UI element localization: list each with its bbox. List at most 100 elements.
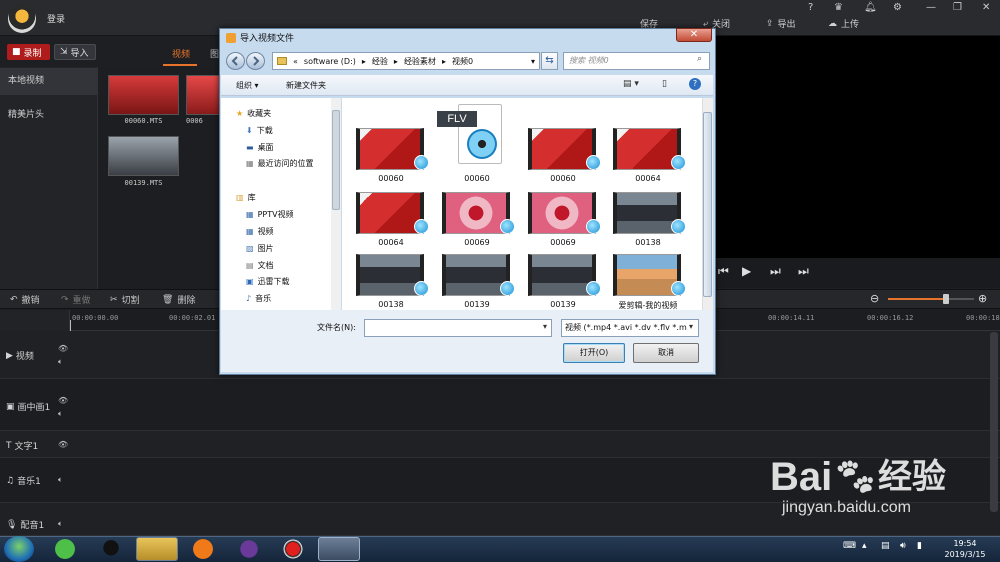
timeline-scrollbar[interactable]: [990, 332, 998, 512]
window-close-icon[interactable]: ✕: [982, 2, 990, 13]
end-icon[interactable]: ⏭: [798, 264, 809, 279]
chevron-down-icon[interactable]: ▾: [543, 322, 547, 331]
settings-gear-icon[interactable]: ⚙: [893, 2, 902, 13]
keyboard-icon[interactable]: ⌨: [843, 541, 856, 551]
file-item[interactable]: 00139: [432, 252, 522, 314]
restore-icon[interactable]: ❐: [953, 2, 962, 13]
eye-icon[interactable]: 👁︎: [58, 344, 68, 353]
file-item[interactable]: 00138: [346, 252, 436, 314]
nav-recent[interactable]: ▦ 最近访问的位置: [246, 158, 314, 169]
filetype-select[interactable]: 视频 (*.mp4 *.avi *.dv *.flv *.m: [561, 319, 699, 337]
prev-frame-icon[interactable]: ⏮: [718, 264, 729, 279]
notification-icon[interactable]: 🔔︎: [864, 2, 877, 13]
eye-icon[interactable]: 👁︎: [58, 440, 68, 449]
minimize-icon[interactable]: —: [926, 2, 936, 13]
editor-taskbar-icon[interactable]: [318, 537, 360, 561]
refresh-button[interactable]: ⇆: [541, 52, 558, 70]
undo-button[interactable]: ↶ 撤销: [10, 293, 40, 307]
speaker-icon[interactable]: 🔈︎: [58, 475, 63, 485]
nav-local-video[interactable]: 本地视频: [0, 68, 98, 95]
firefox-icon[interactable]: [182, 537, 224, 561]
zoom-in-icon[interactable]: ⊕: [978, 292, 987, 305]
tab-video[interactable]: 视频: [172, 47, 190, 60]
nav-pptv[interactable]: ▦ PPTV视频: [246, 209, 294, 220]
network-icon[interactable]: ▤: [881, 541, 890, 551]
address-segment[interactable]: 经验: [372, 56, 388, 67]
dialog-title-bar[interactable]: 导入视频文件: [226, 31, 294, 44]
new-folder-button[interactable]: 新建文件夹: [286, 80, 326, 91]
eye-icon[interactable]: 👁︎: [58, 396, 68, 405]
file-item[interactable]: 00060: [518, 126, 608, 188]
nav-documents[interactable]: ▤ 文档: [246, 260, 274, 271]
delete-button[interactable]: 🗑︎ 删除: [162, 293, 195, 307]
file-item[interactable]: 00064: [346, 190, 436, 252]
address-bar[interactable]: « software (D:) ▸ 经验 ▸ 经验素材 ▸ 视频0 ▾: [272, 52, 540, 70]
login-link[interactable]: 登录: [47, 12, 65, 25]
file-item[interactable]: 00139: [518, 252, 608, 314]
help-button[interactable]: ?: [808, 2, 813, 13]
open-button[interactable]: 打开(O): [563, 343, 625, 363]
cut-button[interactable]: ✂ 切割: [110, 293, 140, 307]
preview-pane-icon[interactable]: ▯: [662, 79, 667, 89]
address-segment[interactable]: software (D:): [304, 57, 356, 66]
redo-button[interactable]: ↷ 重做: [61, 293, 91, 307]
nav-favorites[interactable]: ★ 收藏夹: [236, 108, 271, 119]
speaker-icon[interactable]: 🔈︎: [58, 519, 63, 529]
speaker-icon[interactable]: 🔈︎: [58, 357, 63, 367]
file-item[interactable]: 爱剪辑-我的视频: [603, 252, 693, 314]
address-segment[interactable]: 视频0: [452, 56, 473, 67]
file-list-scrollbar-thumb[interactable]: [703, 112, 712, 297]
media-thumbnail[interactable]: [108, 136, 179, 176]
address-segment[interactable]: 经验素材: [404, 56, 436, 67]
zoom-out-icon[interactable]: ⊖: [870, 292, 879, 305]
file-item[interactable]: 00069: [518, 190, 608, 252]
nav-desktop[interactable]: ▬ 桌面: [246, 142, 274, 153]
help-icon[interactable]: ?: [689, 78, 701, 90]
filename-input[interactable]: [364, 319, 552, 337]
start-button[interactable]: [4, 536, 34, 562]
file-item[interactable]: 00064: [603, 126, 693, 188]
forward-button[interactable]: [246, 52, 265, 70]
media-thumbnail[interactable]: [108, 75, 179, 115]
explorer-icon[interactable]: [136, 537, 178, 561]
app-360-icon[interactable]: [44, 537, 86, 561]
back-button[interactable]: [226, 52, 245, 70]
organize-menu[interactable]: 组织 ▾: [236, 80, 259, 91]
nav-downloads[interactable]: ⬇ 下载: [246, 125, 273, 136]
signal-icon[interactable]: ▮: [917, 541, 922, 551]
dialog-close-button[interactable]: ✕: [676, 28, 712, 42]
file-item[interactable]: 00138: [603, 190, 693, 252]
nav-thunder-downloads[interactable]: ▣ 迅雷下载: [246, 276, 290, 287]
zoom-slider-handle[interactable]: [943, 294, 949, 304]
record-button[interactable]: ■ 录制: [7, 44, 50, 60]
qq-icon[interactable]: [90, 537, 132, 561]
nav-intro-clips[interactable]: 精美片头: [0, 102, 98, 129]
clock[interactable]: 19:54 2019/3/15: [936, 538, 994, 560]
export-button[interactable]: ⇪ 导出: [766, 17, 796, 31]
video-player-icon[interactable]: [228, 537, 270, 561]
speaker-icon[interactable]: 🔈︎: [58, 409, 63, 419]
vip-icon[interactable]: ♛: [834, 2, 843, 13]
nav-videos[interactable]: ▦ 视频: [246, 226, 274, 237]
upload-button[interactable]: ☁ 上传: [828, 17, 859, 31]
tab-picture[interactable]: 图: [210, 47, 219, 60]
chevron-down-icon[interactable]: ▾: [689, 322, 694, 331]
nav-music[interactable]: ♪ 音乐: [246, 293, 271, 304]
volume-icon[interactable]: 🔊︎: [900, 541, 906, 551]
file-item[interactable]: 00069: [432, 190, 522, 252]
nav-libraries[interactable]: ▥ 库: [236, 192, 256, 203]
nav-scrollbar-thumb[interactable]: [332, 110, 340, 210]
track-text[interactable]: [0, 431, 1000, 458]
nav-pictures[interactable]: ▨ 图片: [246, 243, 274, 254]
media-thumbnail[interactable]: [186, 75, 220, 115]
chevron-down-icon[interactable]: ▾: [531, 57, 539, 66]
cancel-button[interactable]: 取消: [633, 343, 699, 363]
tray-arrow-icon[interactable]: ▴: [862, 541, 867, 551]
import-button[interactable]: ⇲ 导入: [54, 44, 96, 60]
file-item[interactable]: FLV 00060: [432, 104, 522, 188]
view-options-icon[interactable]: ▤ ▾: [623, 79, 639, 89]
play-icon[interactable]: ▶: [742, 264, 751, 278]
recorder-icon[interactable]: [272, 537, 314, 561]
track-pip[interactable]: [0, 379, 1000, 431]
file-item[interactable]: 00060: [346, 126, 436, 188]
